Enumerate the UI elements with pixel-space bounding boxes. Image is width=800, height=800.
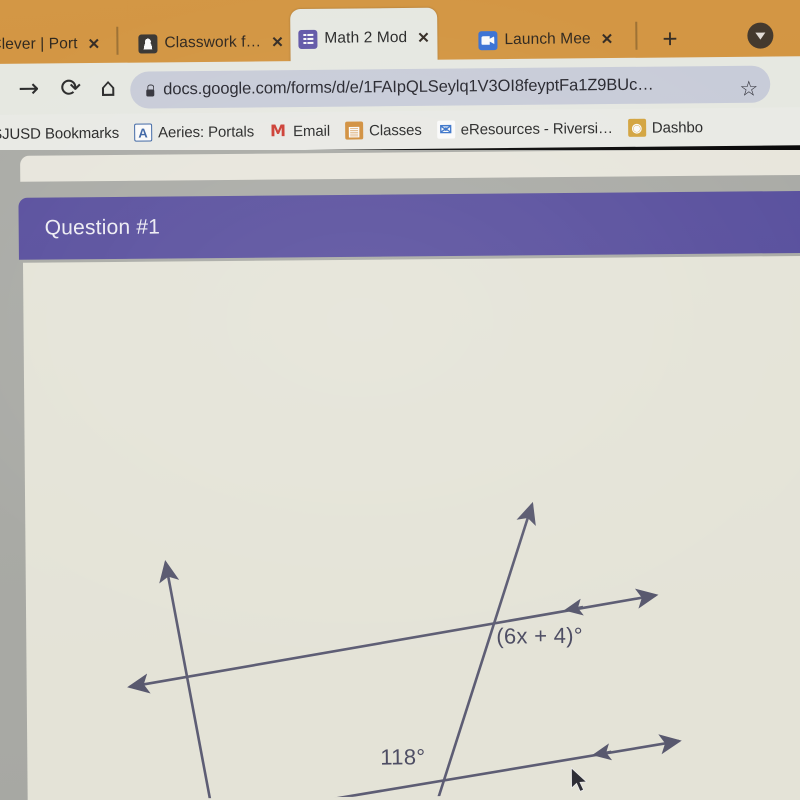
- forward-icon[interactable]: →: [18, 74, 39, 103]
- bookmark-label: Email: [293, 122, 331, 140]
- gmail-icon: M: [270, 121, 287, 141]
- google-classroom-icon: [138, 33, 158, 54]
- address-bar[interactable]: docs.google.com/forms/d/e/1FAIpQLSeylq1V…: [130, 65, 771, 109]
- lock-icon: [144, 84, 153, 96]
- bookmark-label: eResources - Riversi…: [460, 119, 613, 138]
- aeries-icon: A: [133, 123, 153, 142]
- tab-title: Clever | Port: [0, 35, 78, 53]
- angle-expression-label: (6x + 4)°: [496, 622, 584, 649]
- google-meet-icon: [478, 30, 498, 50]
- tab-title: Classwork f…: [164, 33, 262, 52]
- new-tab-button[interactable]: +: [662, 23, 677, 53]
- tab-close-icon[interactable]: ✕: [271, 34, 284, 51]
- bookmark-eresources[interactable]: ✉ eResources - Riversi…: [436, 119, 613, 139]
- url-text: docs.google.com/forms/d/e/1FAIpQLSeylq1V…: [163, 75, 654, 99]
- dashboard-icon: ◉: [627, 118, 646, 137]
- form-card-top-edge: [20, 150, 800, 182]
- bookmark-label: Classes: [369, 121, 422, 139]
- tab-title: Launch Mee: [504, 30, 591, 49]
- bookmarks-bar: SJUSD Bookmarks A Aeries: Portals M Emai…: [0, 107, 800, 153]
- tab-close-icon[interactable]: ✕: [601, 31, 614, 48]
- tab-close-icon[interactable]: ✕: [417, 29, 430, 46]
- classes-icon: ▤: [345, 121, 364, 140]
- mouse-pointer-icon: [571, 767, 588, 792]
- bookmark-email[interactable]: M Email: [269, 121, 331, 141]
- bookmark-star-icon[interactable]: ☆: [739, 77, 758, 101]
- tab-separator: [635, 21, 638, 50]
- bookmark-label: SJUSD Bookmarks: [0, 124, 120, 143]
- bookmark-aeries[interactable]: A Aeries: Portals: [133, 122, 255, 142]
- bookmark-sjusd[interactable]: SJUSD Bookmarks: [0, 124, 119, 142]
- profile-avatar-icon[interactable]: [747, 22, 774, 49]
- bookmark-classes[interactable]: ▤ Classes: [345, 121, 422, 140]
- reload-icon[interactable]: ⟳: [60, 73, 81, 102]
- eresources-icon: ✉: [436, 120, 455, 139]
- google-forms-page: Question #1 (6x + 4)° 118°: [0, 150, 800, 800]
- photographed-browser-screen: Clever | Port ✕ Classwork f… ✕ Math 2 Mo…: [0, 0, 800, 800]
- tab-separator: [116, 26, 119, 55]
- angle-value-label: 118°: [380, 744, 426, 770]
- tab-title: Math 2 Mod: [324, 28, 408, 47]
- question-card-body: [22, 255, 800, 800]
- google-forms-icon: [298, 29, 318, 49]
- bookmark-dashboard[interactable]: ◉ Dashbo: [627, 118, 704, 137]
- bookmark-label: Aeries: Portals: [157, 122, 255, 141]
- tab-close-icon[interactable]: ✕: [88, 35, 101, 52]
- bookmark-label: Dashbo: [651, 118, 704, 137]
- page-title: Question #1: [44, 215, 161, 240]
- home-icon[interactable]: ⌂: [100, 73, 116, 102]
- question-header-bar: Question #1: [18, 190, 800, 260]
